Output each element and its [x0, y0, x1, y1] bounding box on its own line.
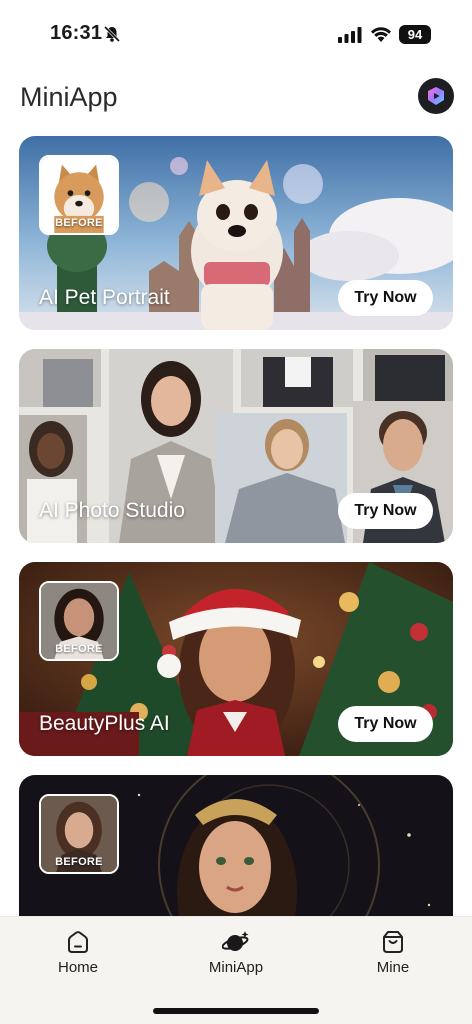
battery-level: 94 [399, 25, 431, 44]
page-title: MiniApp [20, 82, 118, 112]
status-bar: 16:31 94 [0, 0, 472, 70]
tab-label: Mine [376, 959, 410, 976]
home-indicator[interactable] [153, 1008, 319, 1014]
before-thumbnail: BEFORE [39, 581, 119, 661]
before-label: BEFORE [55, 856, 103, 868]
try-now-button[interactable]: Try Now [338, 493, 433, 529]
bell-off-icon [103, 25, 121, 43]
before-thumbnail: BEFORE [39, 155, 119, 235]
card-ai-photo-studio[interactable]: AI Photo Studio Try Now [19, 349, 453, 543]
status-time: 16:31 [50, 22, 103, 44]
try-now-button[interactable]: Try Now [338, 706, 433, 742]
tab-miniapp[interactable]: MiniApp [186, 929, 286, 976]
app-logo-icon [428, 87, 444, 105]
card-title: BeautyPlus AI [39, 712, 170, 735]
feature-card-list: BEFORE AI Pet Portrait Try Now AI Photo … [19, 136, 453, 988]
before-label: BEFORE [55, 643, 103, 655]
home-icon [68, 931, 88, 953]
before-label: BEFORE [55, 217, 103, 229]
tab-home[interactable]: Home [28, 929, 128, 976]
tab-label: Home [57, 959, 98, 976]
card-title: AI Pet Portrait [39, 286, 170, 309]
signal-icon [338, 27, 362, 43]
header: MiniApp [0, 76, 472, 122]
card-beautyplus-ai[interactable]: BEFORE BeautyPlus AI Try Now [19, 562, 453, 756]
wifi-icon [371, 27, 391, 42]
card-ai-pet-portrait[interactable]: BEFORE AI Pet Portrait Try Now [19, 136, 453, 330]
mine-box-icon [383, 931, 403, 953]
try-now-button[interactable]: Try Now [338, 280, 433, 316]
profile-avatar[interactable] [418, 78, 454, 114]
planet-icon [222, 931, 249, 951]
tab-mine[interactable]: Mine [343, 929, 443, 976]
before-thumbnail: BEFORE [39, 794, 119, 874]
card-title: AI Photo Studio [39, 499, 185, 522]
tab-label: MiniApp [208, 959, 264, 976]
